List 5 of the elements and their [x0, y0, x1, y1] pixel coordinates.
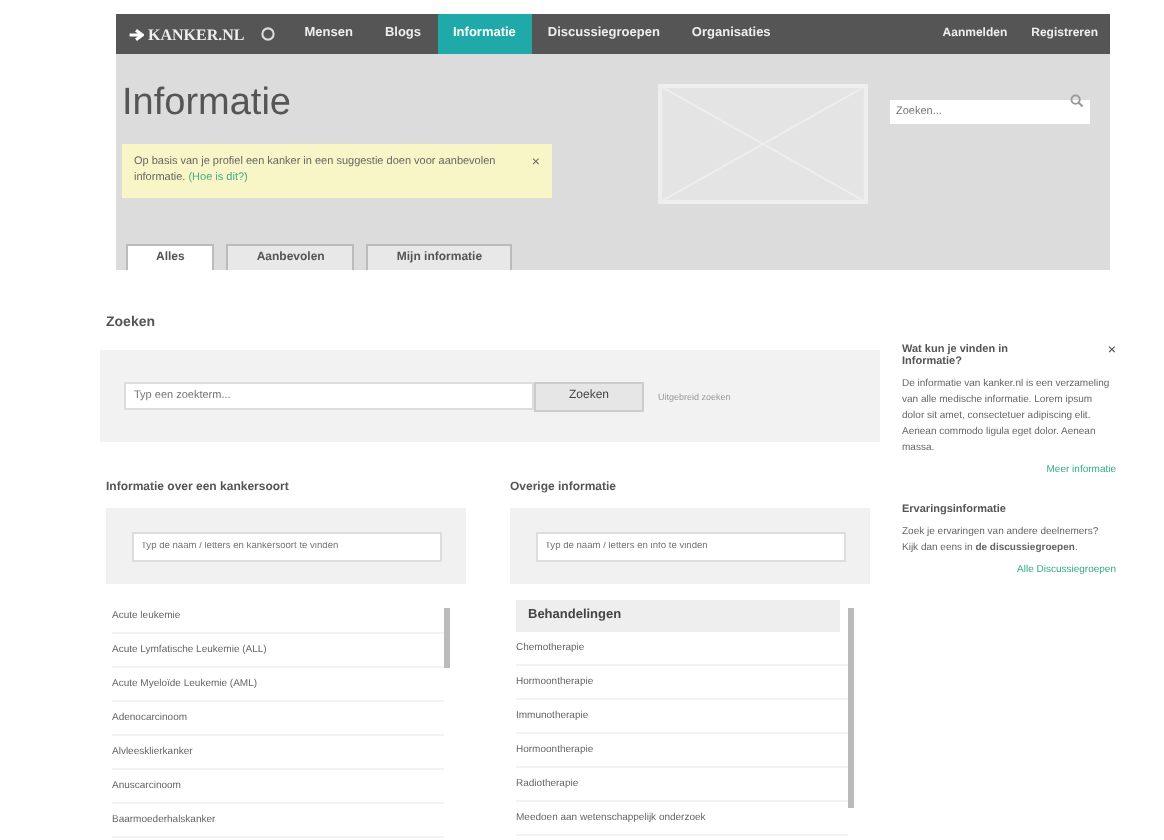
scrollbar[interactable]	[444, 608, 450, 668]
search-icon[interactable]	[1070, 93, 1084, 107]
scrollbar[interactable]	[848, 608, 854, 808]
page-title: Informatie	[122, 82, 293, 126]
site-logo[interactable]: KANKER.NL	[128, 25, 245, 43]
